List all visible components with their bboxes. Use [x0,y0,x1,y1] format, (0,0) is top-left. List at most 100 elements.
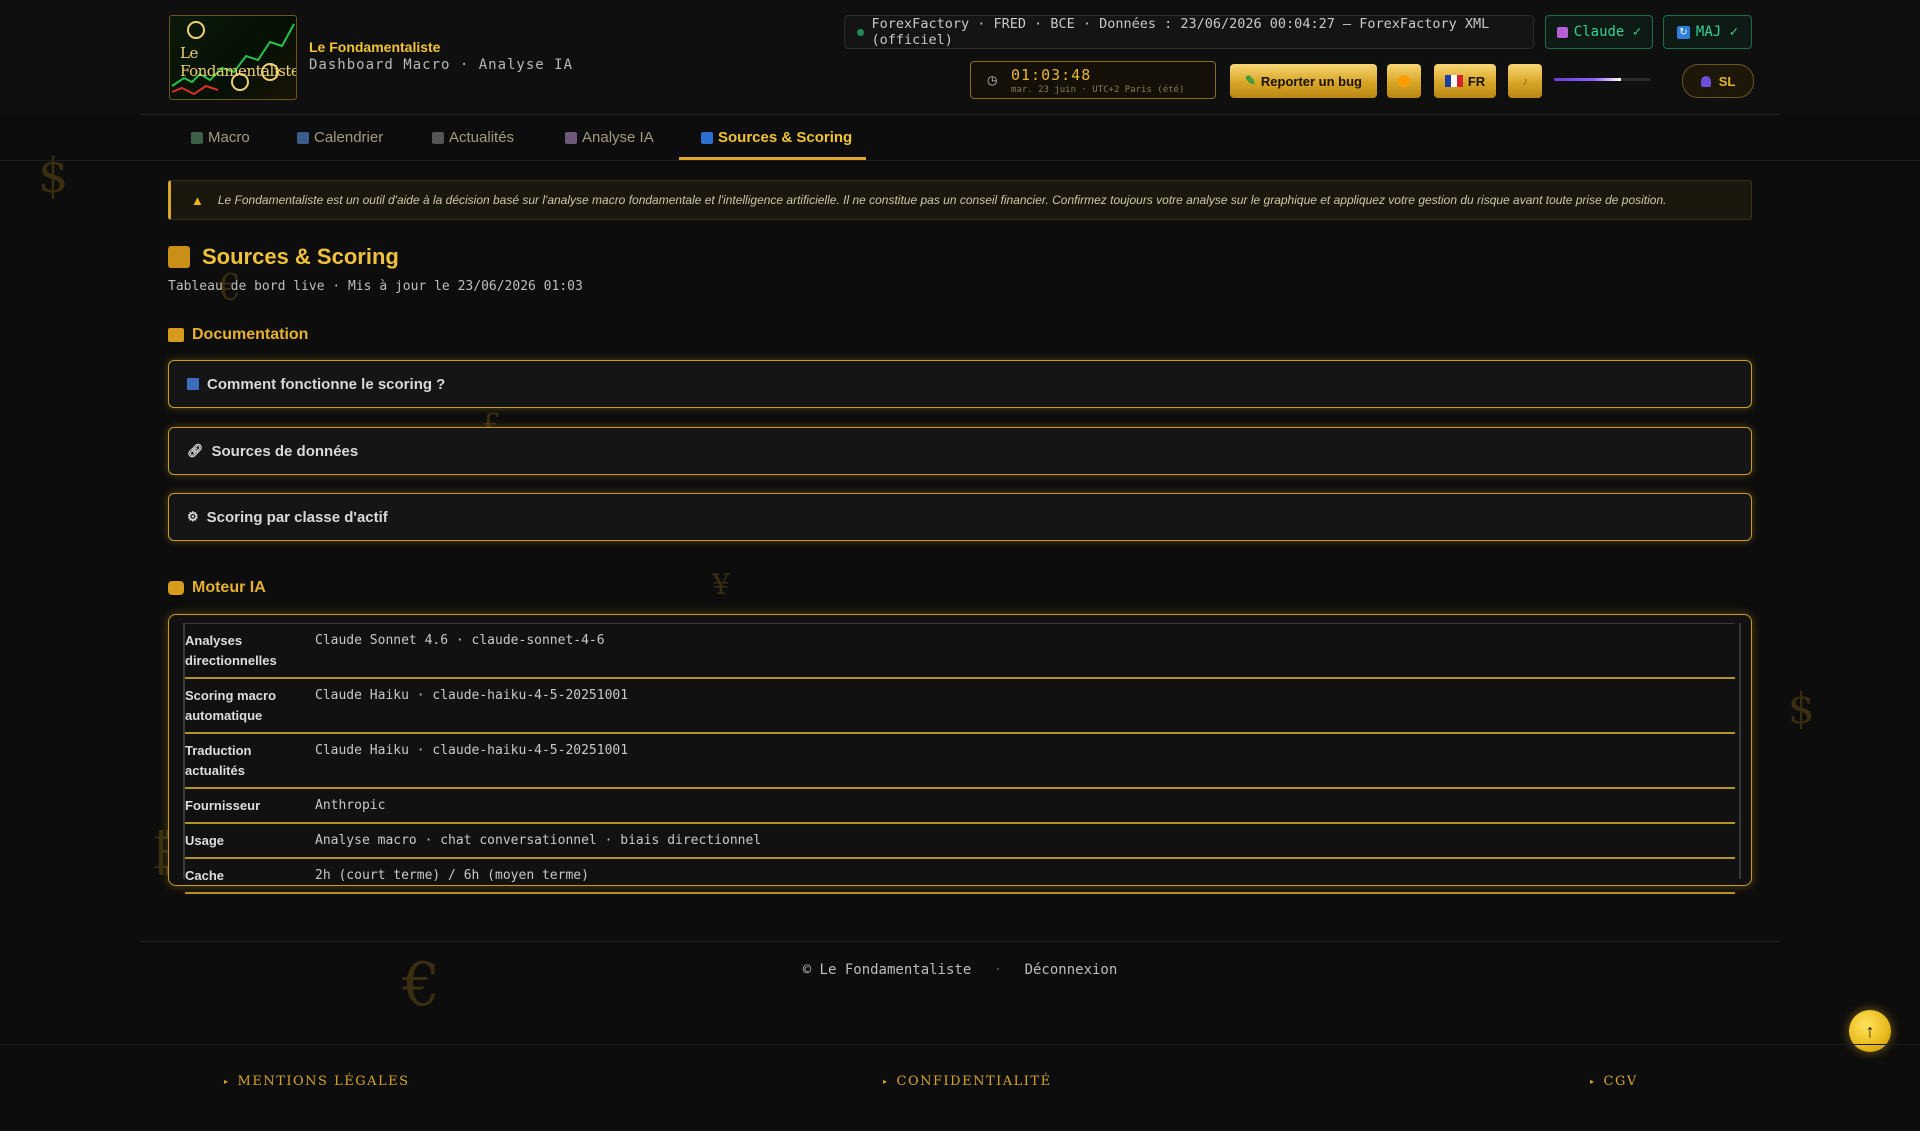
tab-label: Sources & Scoring [718,129,853,146]
robot-icon [168,581,184,595]
row-value: 2h (court terme) / 6h (moyen terme) [301,857,1735,894]
page-title-text: Sources & Scoring [202,244,399,269]
bug-icon: ✎ [1244,73,1256,88]
bg-symbol: $ [38,148,69,204]
row-key: Analyses directionnelles [185,623,301,679]
newspaper-icon [432,131,444,144]
bullet-icon: ▸ [883,1077,889,1086]
bg-symbol: € [402,950,441,1020]
bg-symbol: ¥ [712,568,730,601]
accordion-data-sources[interactable]: 🔗︎ Sources de données [168,427,1752,475]
user-initials: SL [1718,73,1736,89]
calendar-icon [297,131,309,144]
status-dot-icon [857,28,864,36]
table-row: Usage Analyse macro · chat conversationn… [185,822,1735,859]
flag-fr-icon [1444,75,1463,87]
table-row: Scoring macro automatique Claude Haiku ·… [185,677,1735,734]
disclaimer-text: Le Fondamentaliste est un outil d'aide à… [217,193,1667,207]
clock-icon: ◷ [987,73,998,87]
user-icon [1700,75,1711,87]
accordion-label: Sources de données [211,442,359,460]
user-avatar-button[interactable]: SL [1682,64,1754,98]
claude-status-label: Claude ✓ [1573,24,1642,40]
sun-icon [1398,75,1410,87]
row-value: Claude Sonnet 4.6 · claude-sonnet-4-6 [301,623,1735,679]
ai-engine-table: Analyses directionnelles Claude Sonnet 4… [185,623,1735,894]
report-bug-label: Reporter un bug [1260,73,1362,89]
page-title: Sources & Scoring [168,244,399,270]
refresh-icon: ↻ [1676,25,1690,39]
row-value: Claude Haiku · claude-haiku-4-5-20251001 [301,732,1735,789]
chart-icon [187,378,199,390]
tab-label: Actualités [449,129,515,146]
report-bug-button[interactable]: ✎ Reporter un bug [1230,64,1377,98]
tab-macro[interactable]: Macro [191,115,250,160]
nav-divider [0,160,1920,161]
language-select[interactable]: FR [1434,64,1496,98]
table-row: Fournisseur Anthropic [185,787,1735,824]
tab-label: Calendrier [314,129,384,146]
tab-analyse-ia[interactable]: Analyse IA [565,115,654,160]
books-icon [168,328,184,342]
volume-slider-fill [1554,78,1622,81]
bullet-icon: ▸ [224,1077,230,1086]
arrow-up-icon: ↑ [1865,1020,1875,1041]
row-value: Analyse macro · chat conversationnel · b… [301,822,1735,859]
info-icon [701,131,713,144]
speaker-icon: ♪ [1522,74,1528,88]
legal-link-privacy[interactable]: ▸ CONFIDENTIALITÉ [883,1074,1052,1089]
disclaimer-banner: ▲ Le Fondamentaliste est un outil d'aide… [168,180,1752,220]
legal-link-label: CGV [1603,1074,1638,1089]
accordion-asset-class-scoring[interactable]: ⚙ Scoring par classe d'actif [168,493,1752,541]
tab-sources-scoring[interactable]: Sources & Scoring [701,115,852,160]
footer-divider [140,941,1780,942]
ai-engine-panel: Analyses directionnelles Claude Sonnet 4… [168,614,1752,894]
logo-text: Le Fondamentaliste [180,44,297,80]
row-key: Scoring macro automatique [185,677,301,734]
table-row: Analyses directionnelles Claude Sonnet 4… [185,623,1735,679]
accordion-scoring-how[interactable]: Comment fonctionne le scoring ? [168,360,1752,408]
claude-status-chip[interactable]: Claude ✓ [1545,15,1653,49]
language-label: FR [1467,73,1486,89]
copyright-text: © Le Fondamentaliste [802,962,972,978]
row-key: Cache [185,857,301,894]
table-row: Cache 2h (court terme) / 6h (moyen terme… [185,857,1735,894]
row-value: Anthropic [301,787,1735,824]
legal-divider [0,1044,1920,1045]
tab-actualites[interactable]: Actualités [432,115,514,160]
gear-icon: ⚙ [187,509,199,524]
ai-engine-table-frame: Analyses directionnelles Claude Sonnet 4… [183,623,1741,894]
robot-icon [565,131,577,144]
robot-icon [1556,26,1568,38]
sound-toggle-button[interactable]: ♪ [1508,64,1542,98]
logout-link[interactable]: Déconnexion [1025,962,1118,978]
tab-label: Macro [208,129,250,146]
accordion-label: Comment fonctionne le scoring ? [207,375,446,393]
scroll-to-top-button[interactable]: ↑ [1849,1010,1891,1052]
legal-link-label: CONFIDENTIALITÉ [896,1074,1052,1089]
clock-time: 01:03:48 [1011,66,1092,84]
ai-engine-title: Moteur IA [192,579,266,596]
table-row: Traduction actualités Claude Haiku · cla… [185,732,1735,789]
accordion-label: Scoring par classe d'actif [206,508,388,526]
legal-link-mentions[interactable]: ▸ MENTIONS LÉGALES [224,1074,410,1089]
tab-calendrier[interactable]: Calendrier [297,115,383,160]
clock-date: mar. 23 juin · UTC+2 Paris (été) [1011,85,1185,95]
legal-link-label: MENTIONS LÉGALES [237,1074,410,1089]
status-text: ForexFactory · FRED · BCE · Données : 23… [871,16,1490,48]
update-status-label: MAJ ✓ [1695,24,1739,40]
bullet-icon: ▸ [1590,1077,1596,1086]
update-status-chip[interactable]: ↻ MAJ ✓ [1663,15,1752,49]
brand-subtitle: Dashboard Macro · Analyse IA [309,57,574,73]
legal-link-cgv[interactable]: ▸ CGV [1590,1074,1638,1089]
volume-slider[interactable] [1554,78,1650,81]
theme-toggle-button[interactable] [1387,64,1421,98]
bg-symbol: $ [1788,684,1815,733]
tab-label: Analyse IA [582,129,654,146]
warning-icon: ▲ [191,192,204,208]
footer-separator: · [993,962,1003,978]
row-key: Usage [185,822,301,859]
logo[interactable]: Le Fondamentaliste [169,15,297,100]
link-icon: 🔗︎ [187,443,204,458]
row-key: Fournisseur [185,787,301,824]
